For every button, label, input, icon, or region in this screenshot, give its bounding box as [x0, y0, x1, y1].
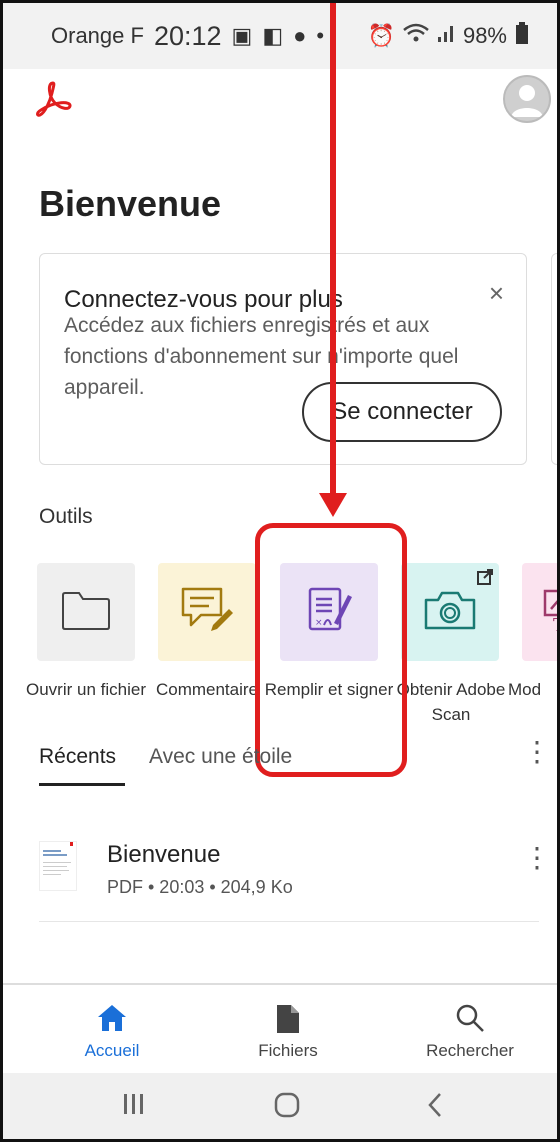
- tool-label-open-file: Ouvrir un fichier: [26, 680, 146, 699]
- tool-adobe-scan[interactable]: [401, 563, 499, 661]
- back-icon[interactable]: [423, 1091, 449, 1126]
- tool-comment[interactable]: [158, 563, 256, 661]
- page-title: Bienvenue: [39, 183, 222, 224]
- comment-icon: [179, 585, 235, 640]
- profile-avatar[interactable]: [503, 75, 551, 123]
- system-navigation-bar: [3, 1073, 557, 1139]
- tool-label-edit-text: Mod: [508, 680, 542, 699]
- file-icon: [213, 1003, 363, 1035]
- tab-recent[interactable]: Récents: [39, 745, 116, 769]
- tab-active-indicator: [39, 783, 125, 786]
- nav-search-label: Rechercher: [426, 1041, 514, 1060]
- annotation-arrow-head: [319, 493, 347, 517]
- tab-starred[interactable]: Avec une étoile: [149, 745, 292, 769]
- signal-icon: [437, 23, 455, 49]
- bottom-navigation: Accueil Fichiers Rechercher: [3, 983, 557, 1073]
- battery-level: 98%: [462, 23, 507, 48]
- app-notification-icon: ●: [293, 23, 307, 48]
- file-name[interactable]: Bienvenue: [107, 841, 220, 869]
- svg-text:T: T: [553, 615, 560, 635]
- signin-card: Connectez-vous pour plus Accédez aux fic…: [39, 253, 527, 465]
- tool-label-comment: Commentaire: [155, 680, 259, 699]
- notification-icon: ◧: [262, 23, 284, 48]
- wifi-icon: [403, 23, 429, 49]
- nav-home-label: Accueil: [84, 1041, 140, 1060]
- annotation-arrow-line: [330, 3, 336, 497]
- phone-screen: Orange F 20:12 ▣ ◧ ● • ⏰ 98% Bienvenue C…: [0, 0, 560, 1142]
- battery-icon: [515, 22, 529, 50]
- annotation-highlight-box: [255, 523, 407, 777]
- alarm-icon: ⏰: [367, 23, 395, 48]
- adobe-acrobat-logo-icon: [33, 79, 73, 119]
- status-time: 20:12: [153, 20, 222, 51]
- search-icon: [395, 1003, 545, 1035]
- tools-heading: Outils: [39, 505, 93, 528]
- camera-icon: [422, 588, 478, 637]
- recent-apps-icon[interactable]: [121, 1091, 147, 1124]
- file-thumbnail[interactable]: [39, 841, 77, 891]
- edit-text-icon: T: [541, 585, 560, 640]
- nav-search[interactable]: Rechercher: [395, 1003, 545, 1061]
- home-button-icon[interactable]: [273, 1091, 301, 1126]
- nav-home[interactable]: Accueil: [37, 1003, 187, 1061]
- folder-icon: [61, 589, 111, 636]
- carrier-name: Orange F: [51, 23, 144, 48]
- tabs-more-icon[interactable]: ⋮: [523, 738, 551, 766]
- close-icon[interactable]: ×: [489, 278, 504, 309]
- list-divider: [39, 921, 539, 922]
- nav-files-label: Fichiers: [258, 1041, 318, 1060]
- nav-files[interactable]: Fichiers: [213, 1003, 363, 1061]
- message-icon: ▣: [231, 23, 253, 48]
- home-icon: [37, 1003, 187, 1035]
- tool-edit-text[interactable]: T: [522, 563, 560, 661]
- file-more-icon[interactable]: ⋮: [523, 844, 551, 872]
- more-notifications-icon: •: [316, 23, 325, 48]
- tool-open-file[interactable]: [37, 563, 135, 661]
- next-card-peek: [551, 253, 557, 465]
- external-link-icon: [477, 569, 493, 590]
- file-meta: PDF • 20:03 • 204,9 Ko: [107, 877, 293, 897]
- status-bar: Orange F 20:12 ▣ ◧ ● • ⏰ 98%: [3, 3, 557, 69]
